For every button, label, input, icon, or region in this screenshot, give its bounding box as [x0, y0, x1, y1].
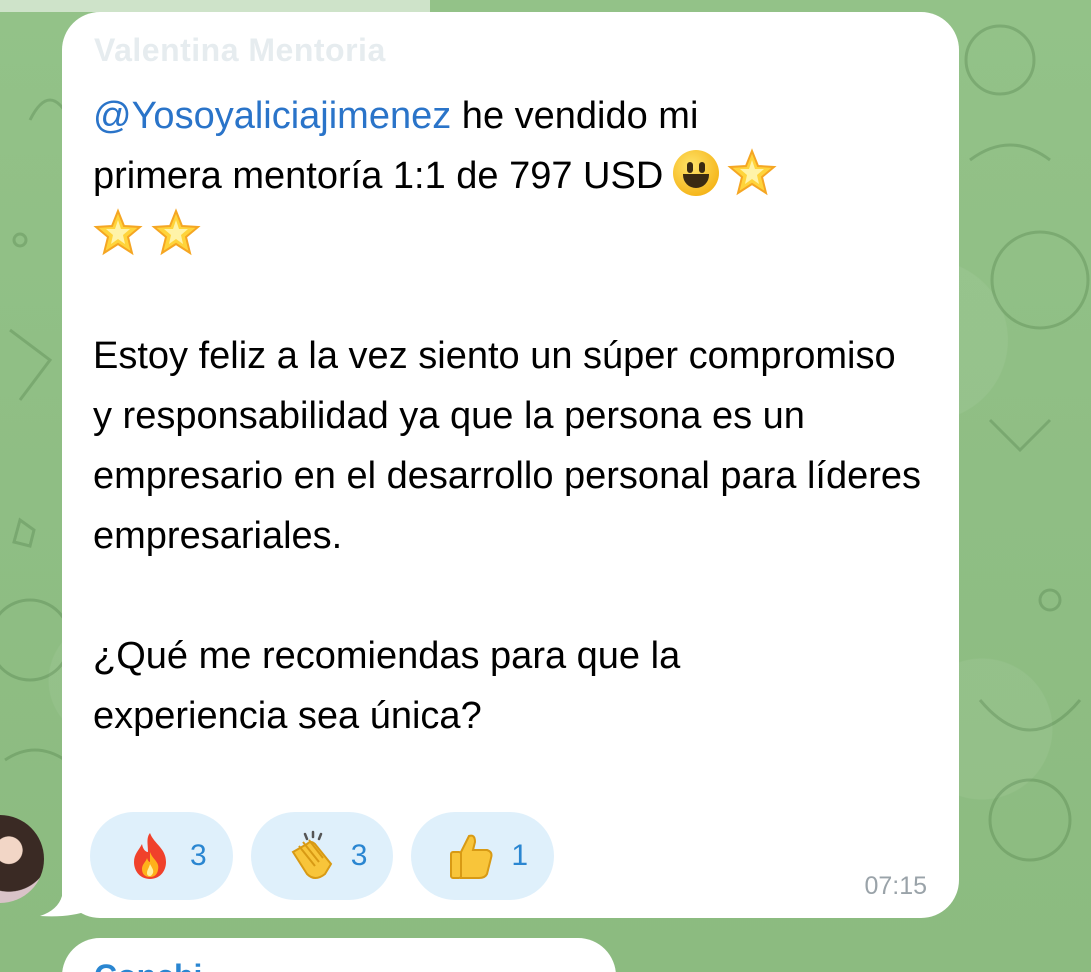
message-line-3 [93, 206, 933, 266]
message-bubble[interactable]: Valentina Mentoria @Yosoyaliciajimenez h… [62, 12, 959, 918]
previous-item-strip [0, 0, 430, 12]
next-message-bubble[interactable]: Conchi [62, 938, 616, 972]
reactions-row: 3 3 1 [90, 812, 555, 900]
message-timestamp: 07:15 [864, 872, 927, 900]
reaction-thumbs-up-count: 1 [511, 839, 529, 872]
reaction-thumbs-up[interactable]: 1 [411, 812, 555, 900]
message-line-2: primera mentoría 1:1 de 797 USD [93, 146, 933, 206]
clapping-hands-icon [291, 830, 332, 879]
message-paragraph-2: Estoy feliz a la vez siento un súper com… [93, 335, 922, 557]
next-sender-name[interactable]: Conchi [94, 958, 202, 972]
sender-name[interactable]: Valentina Mentoria [94, 32, 386, 69]
glowing-star-icon [151, 208, 201, 256]
fire-icon [134, 833, 166, 879]
message-line-1-text: he vendido mi [451, 95, 699, 137]
message-text: @Yosoyaliciajimenez he vendido mi primer… [93, 86, 933, 746]
message-line-1: @Yosoyaliciajimenez he vendido mi [93, 86, 933, 146]
mention-link[interactable]: @Yosoyaliciajimenez [93, 95, 451, 137]
reaction-clap[interactable]: 3 [250, 812, 394, 900]
smiley-icon [673, 150, 720, 196]
reaction-fire[interactable]: 3 [90, 812, 233, 900]
glowing-star-icon [727, 148, 777, 196]
message-paragraph-3: ¿Qué me recomiendas para que la experien… [93, 635, 681, 737]
thumbs-up-icon [450, 834, 493, 879]
reaction-clap-count: 3 [350, 839, 368, 872]
glowing-star-icon [93, 208, 143, 256]
reaction-fire-count: 3 [190, 839, 207, 872]
message-line-2-text: primera mentoría 1:1 de 797 USD [93, 155, 664, 197]
